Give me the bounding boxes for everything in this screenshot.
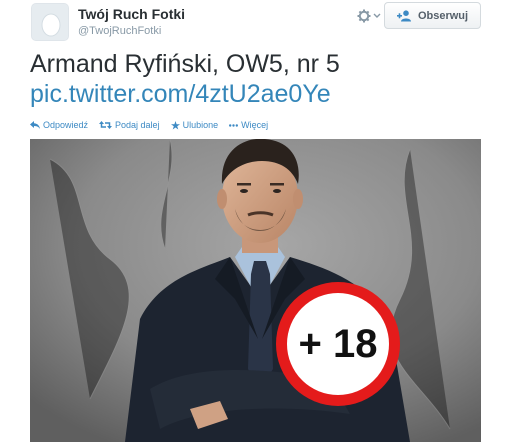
tweet-actions: Odpowiedź Podaj dalej Ulubione Więcej [30, 118, 279, 132]
reply-icon [30, 121, 40, 129]
follow-button-label: Obserwuj [417, 9, 469, 22]
user-actions-dropdown[interactable] [357, 6, 385, 26]
gear-icon [357, 9, 371, 23]
portrait-image [30, 139, 481, 442]
tweet-photo[interactable]: + 18 [30, 139, 481, 442]
favorite-action[interactable]: Ulubione [170, 120, 219, 130]
age-rating-label: + 18 [298, 321, 378, 366]
star-icon [170, 120, 180, 130]
retweet-action[interactable]: Podaj dalej [99, 120, 160, 130]
retweet-icon [99, 121, 113, 129]
egg-avatar-icon [32, 4, 68, 40]
more-label: Więcej [241, 120, 269, 130]
tweet-media-link[interactable]: pic.twitter.com/4ztU2ae0Ye [30, 80, 331, 109]
retweet-label: Podaj dalej [115, 120, 160, 130]
avatar[interactable] [31, 3, 69, 41]
more-dots-icon [229, 123, 239, 127]
more-action[interactable]: Więcej [229, 120, 268, 130]
display-name[interactable]: Twój Ruch Fotki [78, 6, 185, 22]
add-user-icon [396, 9, 411, 21]
chevron-down-icon [373, 13, 381, 18]
tweet-text: Armand Ryfiński, OW5, nr 5 [30, 50, 340, 78]
follow-button[interactable]: Obserwuj [384, 2, 481, 29]
reply-action[interactable]: Odpowiedź [30, 120, 88, 130]
favorite-label: Ulubione [182, 120, 219, 130]
screen-name[interactable]: @TwojRuchFotki [78, 25, 161, 37]
reply-label: Odpowiedź [43, 120, 89, 130]
